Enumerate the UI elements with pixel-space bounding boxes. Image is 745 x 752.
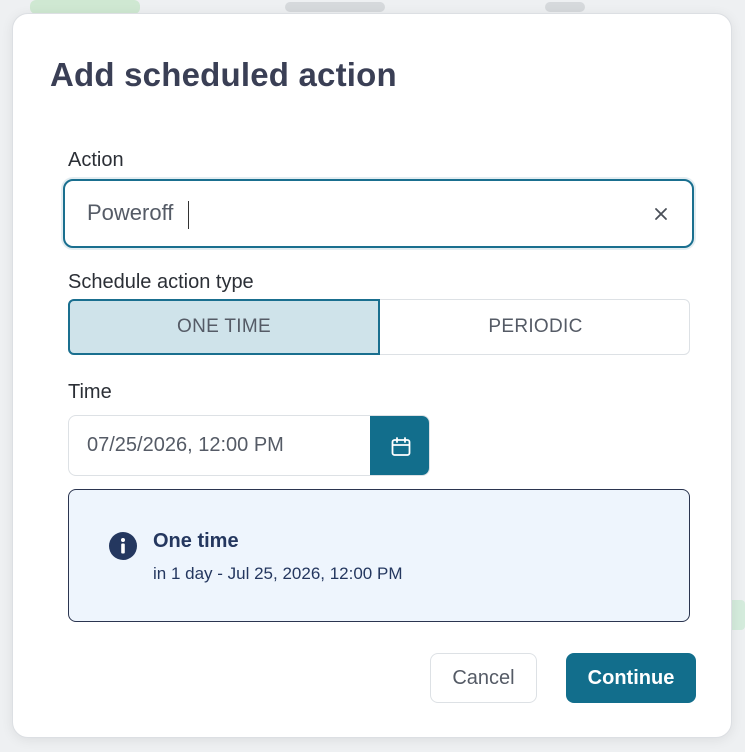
action-label: Action bbox=[68, 149, 124, 171]
time-field bbox=[68, 415, 430, 476]
schedule-info-alert: One time in 1 day - Jul 25, 2026, 12:00 … bbox=[68, 489, 690, 622]
action-input[interactable] bbox=[87, 195, 627, 231]
cancel-button[interactable]: Cancel bbox=[430, 653, 537, 703]
periodic-option[interactable]: PERIODIC bbox=[380, 299, 691, 355]
time-input[interactable] bbox=[87, 430, 367, 460]
schedule-type-label: Schedule action type bbox=[68, 271, 254, 293]
backdrop-element bbox=[545, 2, 585, 12]
continue-button[interactable]: Continue bbox=[566, 653, 696, 703]
info-title: One time bbox=[153, 530, 239, 552]
text-cursor bbox=[188, 201, 189, 229]
time-label: Time bbox=[68, 381, 112, 403]
info-icon bbox=[109, 532, 137, 560]
calendar-icon bbox=[391, 436, 410, 456]
dialog-title: Add scheduled action bbox=[50, 56, 397, 93]
one-time-option[interactable]: ONE TIME bbox=[68, 299, 380, 355]
backdrop-element bbox=[30, 0, 140, 14]
backdrop-element bbox=[285, 2, 385, 12]
schedule-type-toggle: ONE TIME PERIODIC bbox=[68, 299, 690, 355]
info-description: in 1 day - Jul 25, 2026, 12:00 PM bbox=[153, 564, 403, 583]
close-icon[interactable] bbox=[648, 201, 674, 227]
add-scheduled-action-dialog: Add scheduled action Action Schedule act… bbox=[12, 13, 732, 738]
action-field[interactable] bbox=[63, 179, 694, 248]
date-picker-button[interactable] bbox=[370, 416, 429, 475]
